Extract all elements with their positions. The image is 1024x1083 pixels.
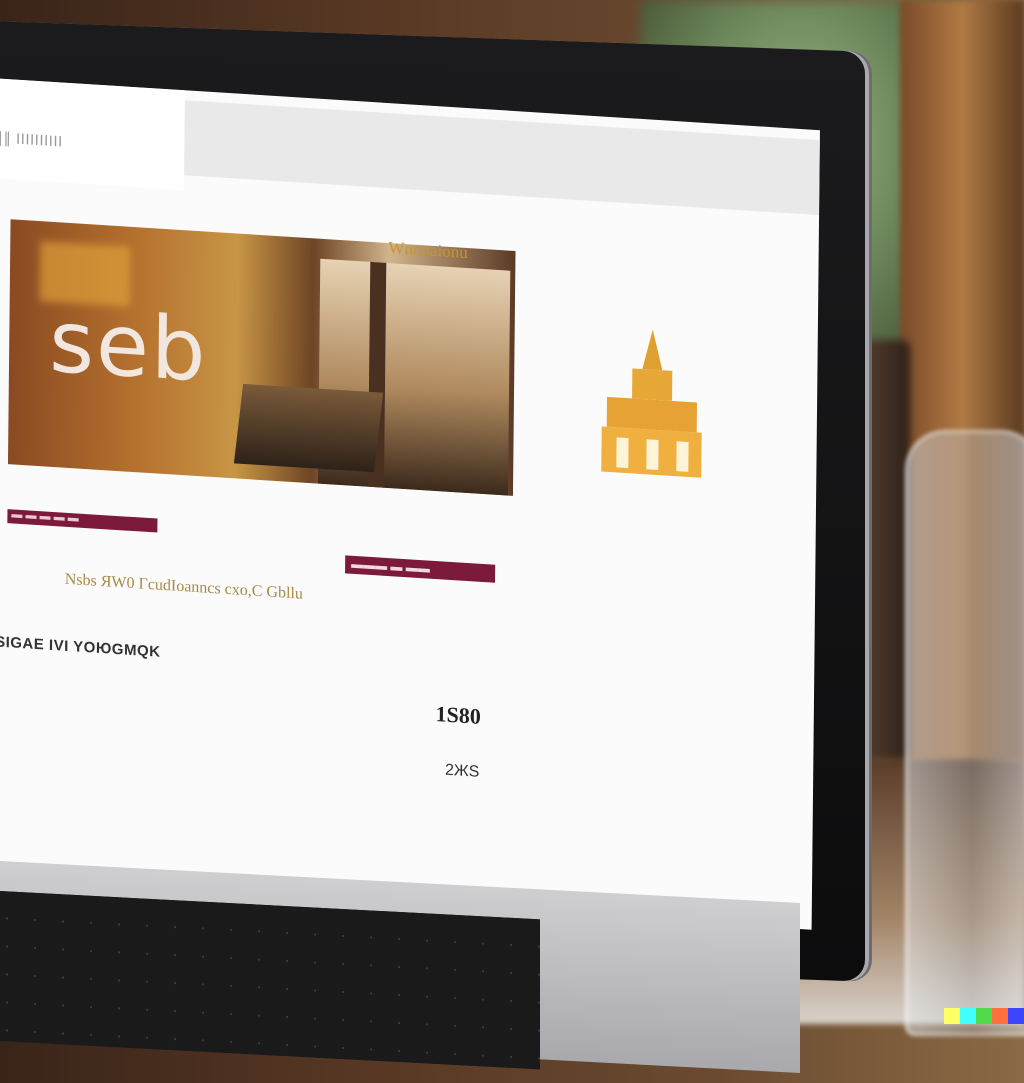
color-watermark [944,1008,1024,1024]
product-price: 1S80 [435,701,481,729]
product-quantity: 2ЖS [444,761,480,781]
keyboard-keys [0,890,540,1070]
temple-logo-icon [601,329,702,478]
background-glass-jar [905,430,1024,1036]
hero-sign-text: seb [48,291,209,402]
hero-basket [233,383,384,473]
nav-link[interactable]: ЧSIGAE IVI YOЮGMQK [0,633,161,661]
browser-screen: ∥∥ ΙΙΙΙΙΙΙΙΙΙ seb Wnnnaionu ▬ ▬ ▬ ▬ ▬ ▬▬… [0,78,820,930]
site-name[interactable]: ∥∥ ΙΙΙΙΙΙΙΙΙΙ [0,128,63,150]
tagline-text: Nsbs ЯW0 ГcudIoanncs cxo,C Gbllu [64,570,303,603]
site-brand[interactable]: ∥∥ ΙΙΙΙΙΙΙΙΙΙ [0,78,185,191]
